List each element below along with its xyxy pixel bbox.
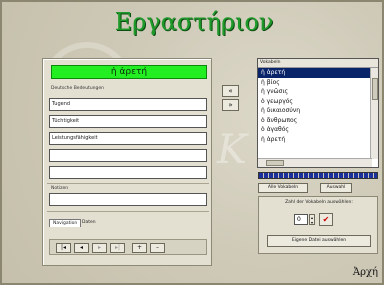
list-item[interactable]: ἡ δικαιοσύνη	[258, 106, 370, 116]
move-left-button[interactable]: «	[222, 85, 239, 97]
progress-bar	[258, 172, 378, 179]
notes-label: Notizen	[51, 186, 69, 191]
page-title: Εργαστήριον	[114, 8, 274, 36]
meaning-field-1[interactable]: Tugend	[49, 98, 207, 111]
scroll-thumb[interactable]	[372, 78, 378, 100]
list-item[interactable]: ὁ ἀγαθός	[258, 125, 370, 135]
selection-panel: Zahl der Vokabeln auswählen: 0 ▴ ▾ ✔ Eige…	[258, 196, 378, 254]
word-detail-panel: ἡ ἀρετή Deutsche Bedeutungen Tugend Tüch…	[42, 58, 212, 266]
last-record-button[interactable]: ▸|	[110, 243, 125, 253]
divider	[47, 183, 209, 184]
scroll-thumb[interactable]	[266, 160, 284, 166]
meaning-field-5[interactable]	[49, 166, 207, 179]
spinner-arrows-icon[interactable]: ▴ ▾	[309, 214, 315, 225]
background-letter: K	[217, 127, 247, 173]
vocabulary-list-header: Vokabeln	[258, 59, 378, 68]
vertical-scrollbar[interactable]	[370, 68, 378, 159]
vocabulary-list[interactable]: Vokabeln ἡ ἀρετή ἡ βίος ἡ γνῶσις ὁ γεωργ…	[257, 58, 379, 168]
confirm-check-button[interactable]: ✔	[319, 213, 333, 226]
choose-file-button[interactable]: Eigene Datei auswählen	[267, 235, 371, 247]
all-vocab-button[interactable]: Alle Vokabeln	[258, 183, 308, 193]
first-record-button[interactable]: |◂	[56, 243, 71, 253]
selection-prompt: Zahl der Vokabeln auswählen:	[285, 200, 353, 205]
horizontal-scrollbar[interactable]	[258, 158, 372, 167]
meaning-field-2[interactable]: Tüchtigkeit	[49, 115, 207, 128]
home-link[interactable]: Ἀρχή	[353, 267, 378, 278]
tab-data[interactable]: Daten	[79, 219, 99, 226]
notes-field[interactable]	[49, 193, 207, 206]
list-item[interactable]: ἡ ἀρετή	[258, 68, 370, 78]
delete-record-button[interactable]: –	[150, 243, 165, 253]
count-input[interactable]: 0	[294, 214, 308, 225]
divider	[47, 211, 209, 212]
meanings-label: Deutsche Bedeutungen	[51, 86, 104, 91]
record-navigation-bar: |◂ ◂ ▸ ▸| + –	[49, 239, 207, 255]
add-record-button[interactable]: +	[132, 243, 147, 253]
move-right-button[interactable]: »	[222, 99, 239, 111]
list-item[interactable]: ὁ ἄνθρωπος	[258, 116, 370, 126]
current-word-banner: ἡ ἀρετή	[51, 65, 207, 79]
previous-record-button[interactable]: ◂	[74, 243, 89, 253]
tab-navigation[interactable]: Navigation	[49, 219, 82, 227]
list-item[interactable]: ὁ γεωργός	[258, 97, 370, 107]
list-item[interactable]: ἡ βίος	[258, 78, 370, 88]
app-window: K Εργαστήριον ἡ ἀρετή Deutsche Bedeutung…	[0, 0, 384, 285]
list-item[interactable]: ἡ γνῶσις	[258, 87, 370, 97]
meaning-field-4[interactable]	[49, 149, 207, 162]
selection-button[interactable]: Auswahl	[320, 183, 352, 193]
meaning-field-3[interactable]: Leistungsfähigkeit	[49, 132, 207, 145]
list-item[interactable]: ἡ ἀρετή	[258, 135, 370, 145]
next-record-button[interactable]: ▸	[92, 243, 107, 253]
